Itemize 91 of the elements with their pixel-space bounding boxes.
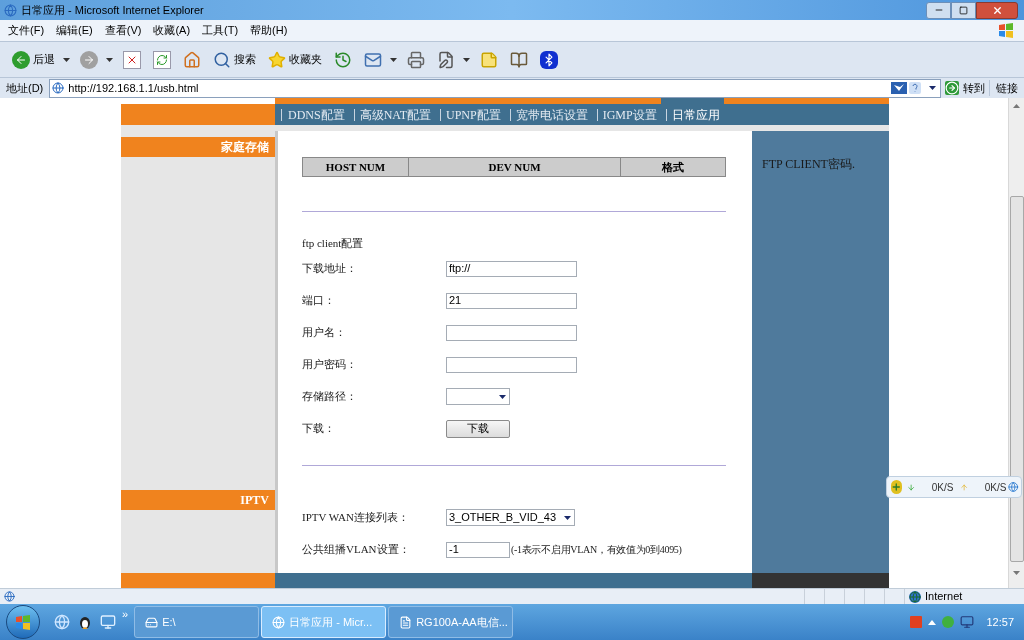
caret-icon	[564, 515, 571, 520]
windows-logo-icon	[15, 614, 31, 630]
input-field[interactable]: ftp://	[446, 260, 577, 277]
home-icon	[183, 50, 201, 69]
app-icon	[272, 615, 286, 629]
scrollbar[interactable]	[1008, 98, 1024, 588]
favorites-icon	[268, 50, 286, 69]
minimize-button[interactable]	[926, 1, 951, 19]
caret-icon	[63, 57, 70, 62]
scroll-up-icon	[1013, 104, 1020, 108]
print-icon	[407, 50, 425, 69]
close-button[interactable]	[976, 1, 1018, 19]
dropdown[interactable]: 3_OTHER_B_VID_43	[446, 509, 575, 526]
download-button[interactable]: 下载	[446, 419, 510, 438]
field-label: 公共组播VLAN设置：	[302, 542, 411, 558]
app-icon	[145, 615, 159, 629]
section-heading: 家庭存储	[121, 137, 275, 157]
download-speed: 0K/S	[931, 480, 954, 495]
caret-icon	[929, 86, 936, 90]
field-label: 用户名：	[302, 325, 347, 341]
hint-text: (-1表示不启用VLAN，有效值为0到4095)	[511, 543, 682, 557]
history-icon	[334, 50, 352, 69]
back-icon	[12, 50, 30, 69]
arrow-icon	[945, 81, 959, 95]
app-icon	[399, 615, 413, 629]
field-label: IPTV WAN连接列表：	[302, 510, 410, 526]
maximize-button[interactable]	[951, 1, 976, 19]
note-icon	[480, 50, 498, 69]
caret-icon	[106, 57, 113, 62]
menu-item[interactable]: 帮助(H)	[250, 22, 288, 39]
section-title: ftp client配置	[302, 236, 365, 251]
help-icon	[909, 82, 921, 94]
column-header: DEV NUM	[409, 158, 621, 176]
menu-item[interactable]: 文件(F)	[8, 22, 45, 39]
ie-icon	[1008, 480, 1019, 494]
address-label: 地址(D)	[5, 80, 45, 96]
upload-speed: 0K/S	[984, 480, 1007, 495]
toolbar-button[interactable]: 收藏夹	[266, 46, 324, 73]
ie-icon	[4, 3, 17, 17]
maximize-icon	[959, 5, 968, 15]
edit-icon	[437, 50, 455, 69]
ie-icon[interactable]	[54, 614, 70, 630]
page-icon	[52, 82, 65, 94]
refresh-icon	[153, 50, 171, 69]
caret-icon	[463, 57, 470, 62]
plus-icon	[891, 480, 902, 494]
field-label: 存储路径：	[302, 389, 358, 405]
go-button[interactable]: 转到	[941, 79, 989, 97]
page-icon	[4, 591, 15, 602]
toolbar-button[interactable]: 搜索	[211, 46, 258, 73]
stop-icon	[123, 50, 141, 69]
caret-icon	[390, 57, 397, 62]
mail-icon	[364, 50, 382, 69]
forward-icon	[80, 50, 98, 69]
help-text: FTP CLIENT密码.	[762, 157, 855, 171]
links-button[interactable]: 链接	[989, 79, 1024, 97]
toolbar-button[interactable]: 后退	[10, 46, 57, 73]
field-label: 下载：	[302, 421, 336, 437]
network-icon[interactable]	[960, 615, 975, 629]
field-label: 端口：	[302, 293, 336, 309]
menu-item[interactable]: 查看(V)	[104, 22, 142, 39]
tray-up-icon[interactable]	[928, 619, 937, 625]
field-label: 下载地址：	[302, 261, 358, 277]
window-title: 日常应用 - Microsoft Internet Explorer	[21, 2, 204, 18]
bluetooth-icon	[540, 50, 558, 69]
dropdown[interactable]	[446, 388, 510, 405]
caret-icon	[499, 394, 506, 399]
scroll-down-icon	[1013, 571, 1020, 575]
close-icon	[991, 4, 1003, 16]
field-label: 用户密码：	[302, 357, 358, 373]
globe-icon	[909, 590, 921, 603]
address-field[interactable]: http://192.168.1.1/usb.html	[49, 78, 941, 98]
column-header: 格式	[661, 159, 685, 175]
menu-item[interactable]: 收藏(A)	[153, 22, 191, 39]
input-field[interactable]	[446, 356, 577, 373]
start-button[interactable]	[6, 605, 40, 639]
windows-logo-icon	[998, 23, 1014, 38]
zone-text: Internet	[925, 589, 963, 605]
desktop-icon[interactable]	[100, 614, 116, 630]
input-field[interactable]: -1	[446, 541, 510, 558]
search-icon	[213, 50, 231, 69]
section-heading: IPTV	[121, 490, 275, 510]
column-header: HOST NUM	[303, 158, 409, 176]
input-field[interactable]	[446, 324, 577, 341]
menu-item[interactable]: 编辑(E)	[56, 22, 93, 39]
scroll-thumb[interactable]	[1009, 196, 1024, 562]
input-field[interactable]: 21	[446, 292, 577, 309]
penguin-icon[interactable]	[78, 614, 92, 630]
menu-item[interactable]: 工具(T)	[202, 22, 239, 39]
book-icon	[510, 50, 528, 69]
clock: 12:57	[986, 614, 1014, 630]
